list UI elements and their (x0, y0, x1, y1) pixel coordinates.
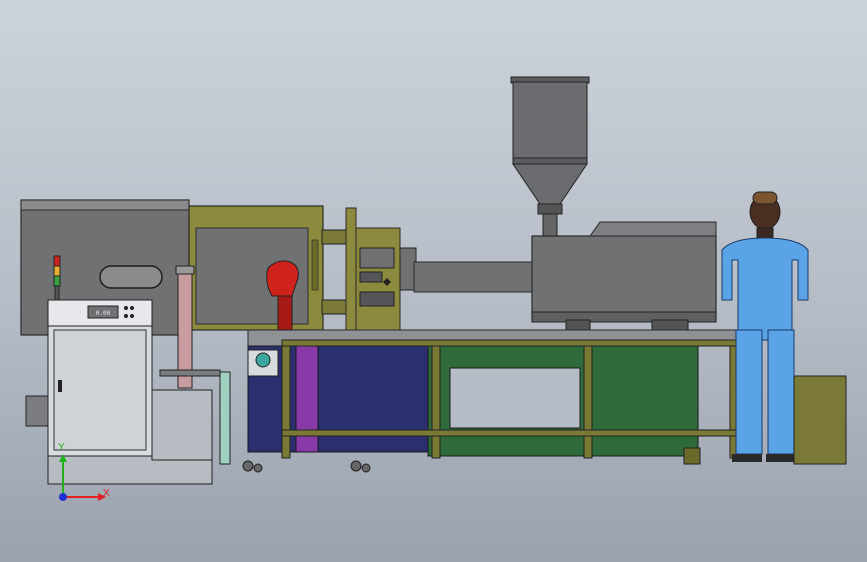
button-4-icon (130, 314, 134, 318)
viewing-window (99, 265, 163, 289)
wheel-2-icon (253, 463, 263, 473)
hopper-throat (537, 203, 563, 215)
wheel-3-icon (350, 460, 362, 472)
operator-cap (752, 191, 778, 205)
hopper-cone (512, 163, 588, 205)
wheel-1-icon (242, 460, 254, 472)
side-tank (151, 389, 213, 461)
wheel-4-icon (361, 463, 371, 473)
housing-top-edge (20, 199, 190, 211)
signal-light-green (53, 275, 61, 287)
cad-model[interactable]: 0.00 (0, 0, 867, 562)
gauge-icon (255, 352, 271, 368)
hopper-band (512, 157, 588, 165)
button-2-icon (130, 306, 134, 310)
x-axis-label: X (103, 488, 110, 499)
signal-post (54, 285, 60, 301)
leg-3 (583, 345, 593, 459)
lower-rail (281, 429, 739, 437)
injection-foot-1 (565, 319, 591, 331)
leg-1 (281, 345, 291, 459)
signal-light-red (53, 255, 61, 267)
panel-keys-2 (359, 291, 395, 307)
panel-screen (359, 247, 395, 269)
tie-bar-bottom (321, 299, 349, 315)
injection-unit (531, 235, 717, 321)
cabinet-display-text: 0.00 (96, 310, 111, 317)
leg-2 (431, 345, 441, 459)
box-foot (683, 447, 701, 465)
operator-shoe-left (732, 454, 762, 462)
robot-base (159, 369, 221, 377)
hopper[interactable] (510, 76, 590, 237)
hopper-feed (542, 213, 558, 237)
robot-head (266, 260, 299, 297)
operator-leg-left (735, 329, 763, 455)
signal-light-amber (53, 265, 61, 277)
button-1-icon (124, 306, 128, 310)
side-box (793, 375, 847, 465)
hopper-cylinder (512, 81, 588, 163)
robot-wrist (277, 295, 293, 331)
moving-platen (345, 207, 357, 331)
y-axis-label: Y (58, 442, 65, 453)
cad-viewport[interactable]: 0.00 X Y (0, 0, 867, 562)
cabinet-door[interactable] (53, 329, 147, 451)
pipe-riser (219, 371, 231, 465)
injection-unit-top (589, 221, 717, 237)
cabinet-handle[interactable] (58, 380, 62, 392)
z-axis-dot-icon (59, 493, 67, 501)
guard-handle (311, 239, 319, 291)
injection-foot-2 (651, 319, 689, 331)
side-motor (25, 395, 49, 427)
panel-keys-1 (359, 271, 383, 283)
conveyor[interactable] (242, 329, 739, 473)
operator-shoe-right (766, 454, 796, 462)
upper-rail (281, 339, 739, 347)
operator-leg-right (767, 329, 795, 455)
tie-bar-top (321, 229, 349, 245)
base-opening (449, 367, 581, 429)
injection-barrel (413, 261, 533, 293)
operator-torso (721, 237, 809, 341)
button-3-icon (124, 314, 128, 318)
vertical-axis-cap (175, 265, 195, 275)
